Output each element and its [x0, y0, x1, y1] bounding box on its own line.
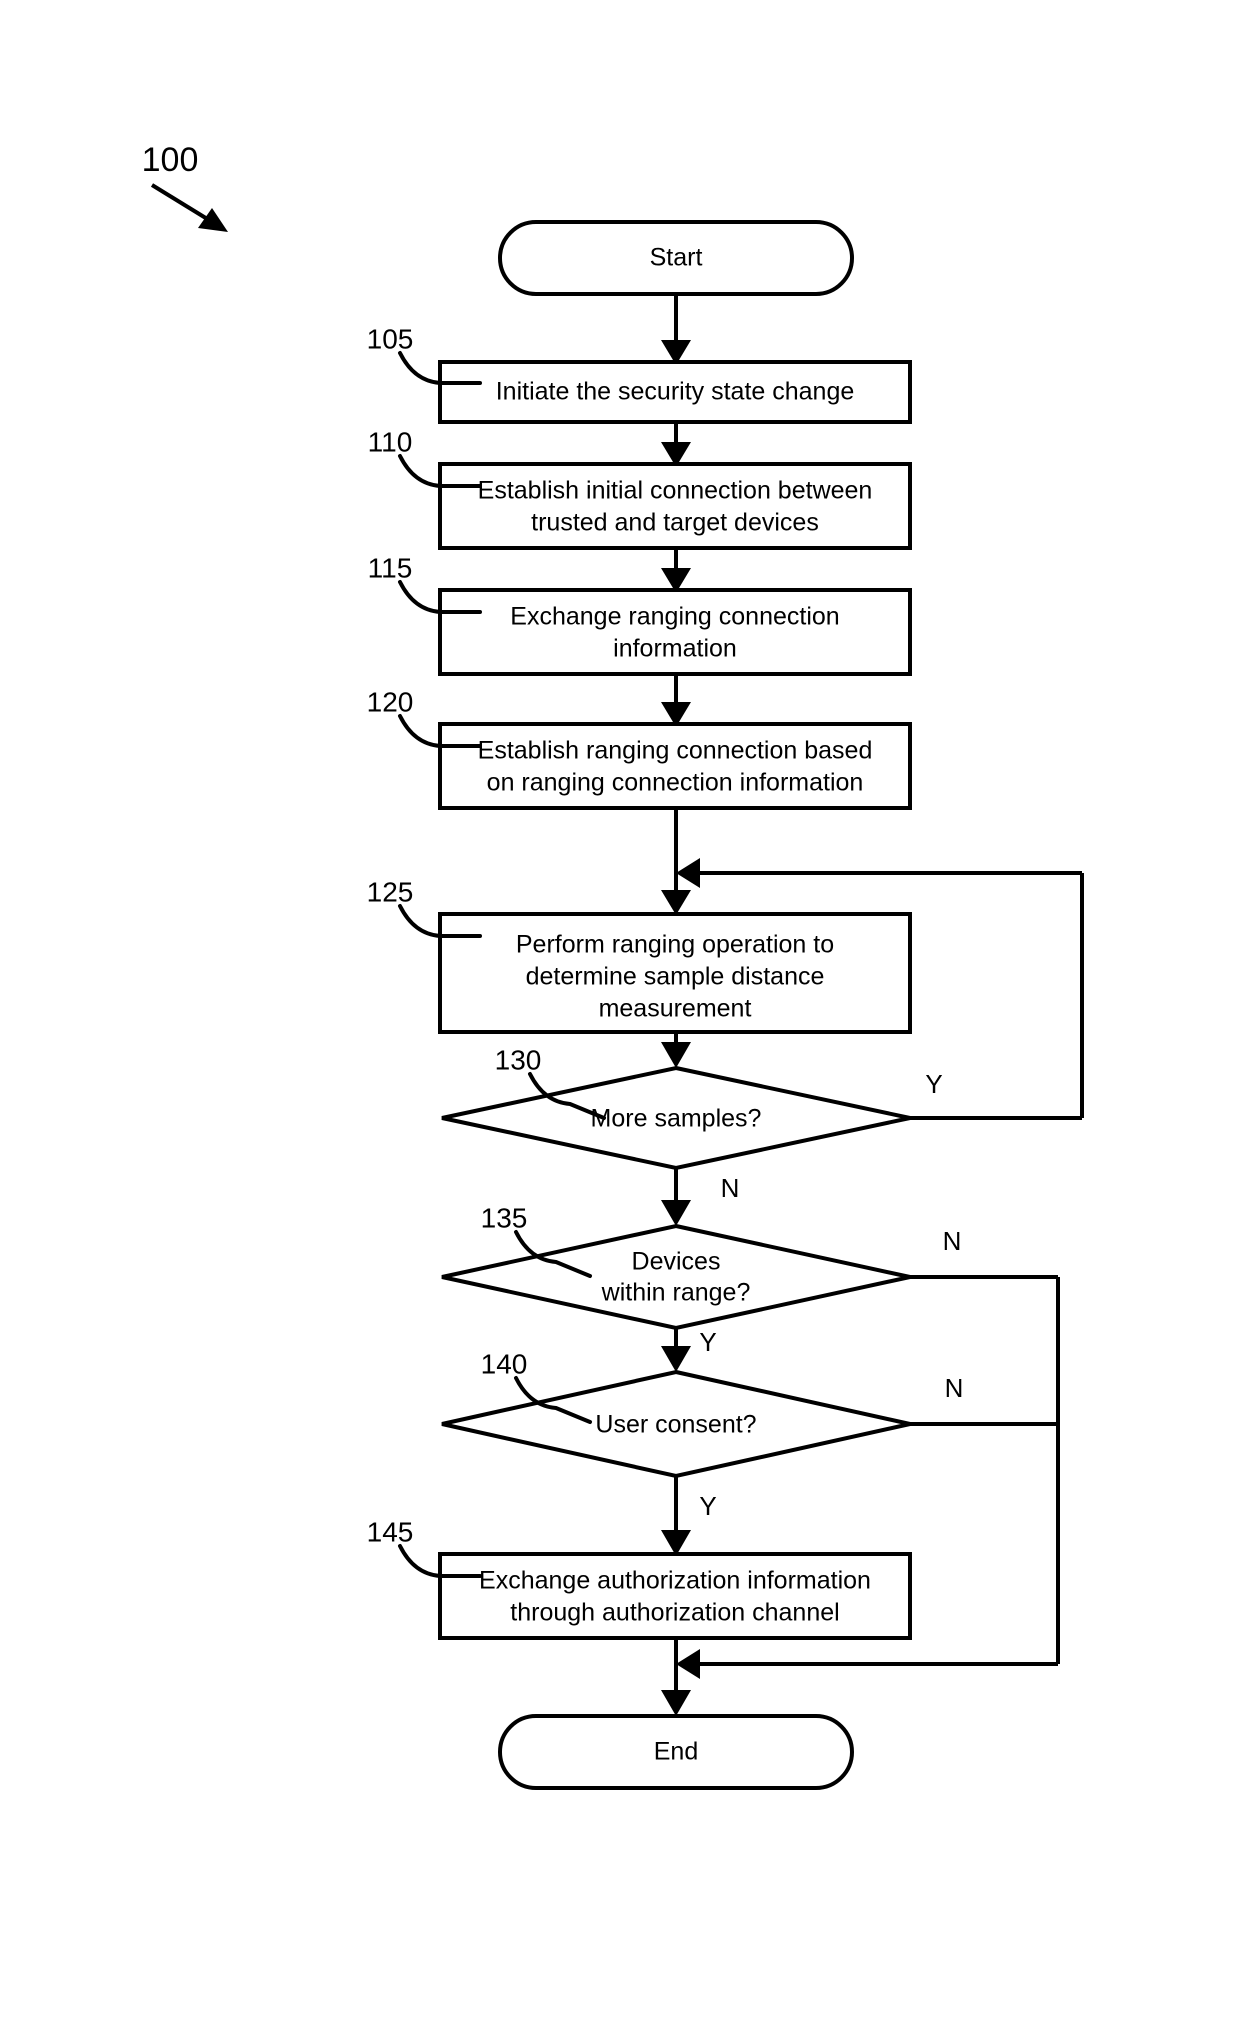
connector-135-no — [910, 1275, 1060, 1664]
process-node-125-line-3: measurement — [599, 995, 752, 1023]
process-node-125-line-1: Perform ranging operation to — [516, 931, 834, 959]
decision-node-130-line-1: More samples? — [591, 1105, 762, 1133]
connector-140-to-145 — [661, 1476, 691, 1556]
reference-numeral-140: 140 — [481, 1348, 528, 1379]
connector-start-to-105 — [661, 294, 691, 365]
process-node-120-line-2: on ranging connection information — [487, 769, 864, 797]
decision-node-135 — [441, 1223, 911, 1331]
connector-135-to-140 — [661, 1328, 691, 1372]
figure-pointer-arrow-icon — [150, 183, 228, 232]
connector-bypass-merge — [676, 1649, 1058, 1679]
connector-105-to-110 — [661, 422, 691, 467]
decision-node-135-line-1: Devices — [632, 1248, 721, 1276]
process-node-115-line-2: information — [613, 635, 737, 663]
process-node-145-line-2: through authorization channel — [510, 1599, 839, 1627]
connector-125-to-130 — [661, 1032, 691, 1068]
process-node-120-line-1: Establish ranging connection based — [478, 737, 873, 765]
process-node-125-line-2: determine sample distance — [526, 963, 825, 991]
branch-label-more-samples-yes: Y — [925, 1069, 942, 1099]
connector-110-to-115 — [661, 548, 691, 593]
branch-label-within-range-no: N — [943, 1226, 962, 1256]
process-node-105-line-1: Initiate the security state change — [496, 378, 855, 406]
start-node-label: Start — [650, 244, 703, 272]
reference-numeral-110: 110 — [368, 426, 413, 457]
decision-node-135-line-2: within range? — [601, 1279, 751, 1307]
patent-flowchart-figure: 100 Start Initiate the security state ch… — [0, 0, 1240, 2039]
reference-numeral-130: 130 — [495, 1044, 542, 1075]
end-node-label: End — [654, 1738, 698, 1766]
flowchart-canvas: 100 Start Initiate the security state ch… — [142, 141, 1084, 1790]
reference-numeral-105: 105 — [367, 323, 414, 354]
connector-145-to-end — [661, 1638, 691, 1716]
reference-numeral-120: 120 — [367, 686, 414, 717]
process-node-110-line-1: Establish initial connection between — [478, 477, 873, 505]
branch-label-user-consent-no: N — [945, 1373, 964, 1403]
decision-node-140-line-1: User consent? — [595, 1411, 756, 1439]
connector-115-to-120 — [661, 674, 691, 727]
reference-numeral-145: 145 — [367, 1516, 414, 1547]
connector-120-to-125 — [661, 808, 691, 915]
branch-label-more-samples-no: N — [721, 1173, 740, 1203]
branch-label-user-consent-yes: Y — [699, 1491, 716, 1521]
reference-numeral-115: 115 — [368, 552, 413, 583]
process-node-110-line-2: trusted and target devices — [531, 509, 819, 537]
branch-label-within-range-yes: Y — [699, 1327, 716, 1357]
process-node-145-line-1: Exchange authorization information — [479, 1567, 871, 1595]
reference-numeral-135: 135 — [481, 1202, 528, 1233]
figure-number-label: 100 — [142, 141, 199, 179]
process-node-115-line-1: Exchange ranging connection — [510, 603, 839, 631]
connector-130-to-135 — [661, 1168, 691, 1226]
reference-numeral-125: 125 — [367, 876, 414, 907]
